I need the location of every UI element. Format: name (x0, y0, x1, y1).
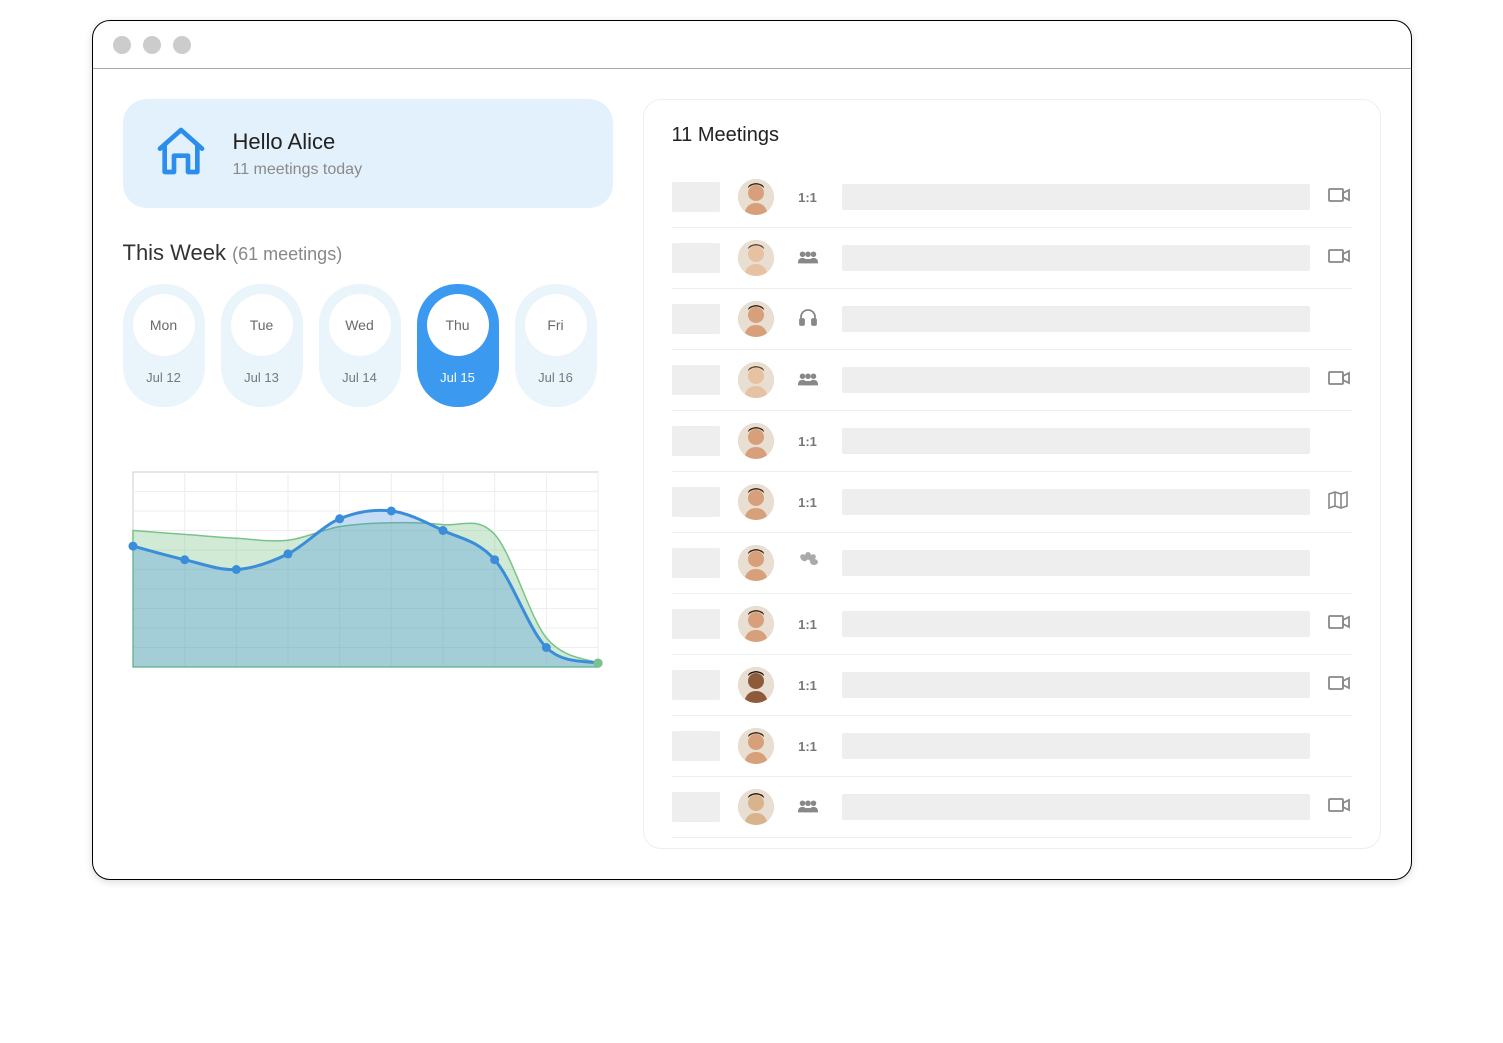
meeting-row[interactable]: 1:1 (672, 167, 1352, 228)
video-icon[interactable] (1328, 248, 1352, 269)
map-icon[interactable] (1328, 491, 1352, 514)
window-dot-maximize[interactable] (173, 36, 191, 54)
day-dow: Fri (525, 294, 587, 356)
titlebar (93, 21, 1411, 69)
day-dow: Thu (427, 294, 489, 356)
week-count: (61 meetings) (232, 244, 342, 264)
meetings-heading: 11 Meetings (672, 124, 1352, 147)
meeting-row[interactable] (672, 533, 1352, 594)
video-icon[interactable] (1328, 187, 1352, 208)
meeting-title-placeholder (842, 367, 1310, 393)
video-icon[interactable] (1328, 370, 1352, 391)
meeting-time-placeholder (672, 182, 720, 212)
day-pill-thu[interactable]: Thu Jul 15 (417, 284, 499, 407)
avatar (738, 301, 774, 337)
meeting-title-placeholder (842, 428, 1310, 454)
activity-chart (123, 467, 603, 677)
meeting-type-icon: 1:1 (792, 678, 824, 693)
meeting-time-placeholder (672, 243, 720, 273)
greeting-text: Hello Alice 11 meetings today (233, 129, 363, 179)
app-window: Hello Alice 11 meetings today This Week … (92, 20, 1412, 880)
greeting-card: Hello Alice 11 meetings today (123, 99, 613, 208)
window-dot-minimize[interactable] (143, 36, 161, 54)
meeting-time-placeholder (672, 426, 720, 456)
greeting-title: Hello Alice (233, 129, 363, 155)
day-dow: Tue (231, 294, 293, 356)
avatar (738, 484, 774, 520)
week-header: This Week (61 meetings) (123, 240, 613, 266)
meeting-title-placeholder (842, 550, 1310, 576)
meeting-title-placeholder (842, 733, 1310, 759)
avatar (738, 362, 774, 398)
meeting-type-icon: 1:1 (792, 434, 824, 449)
meeting-type-icon: 1:1 (792, 190, 824, 205)
meeting-time-placeholder (672, 548, 720, 578)
day-date: Jul 12 (131, 370, 197, 385)
meeting-type-icon (792, 309, 824, 330)
avatar (738, 606, 774, 642)
meeting-title-placeholder (842, 184, 1310, 210)
meeting-time-placeholder (672, 670, 720, 700)
meeting-row[interactable] (672, 228, 1352, 289)
home-icon (153, 123, 209, 184)
video-icon[interactable] (1328, 675, 1352, 696)
day-date: Jul 13 (229, 370, 295, 385)
meeting-type-icon (792, 372, 824, 389)
meeting-time-placeholder (672, 304, 720, 334)
meeting-row[interactable]: 1:1 (672, 655, 1352, 716)
day-date: Jul 16 (523, 370, 589, 385)
day-picker: Mon Jul 12 Tue Jul 13 Wed Jul 14 Thu Jul… (123, 284, 613, 407)
meeting-title-placeholder (842, 672, 1310, 698)
day-pill-fri[interactable]: Fri Jul 16 (515, 284, 597, 407)
meeting-type-icon: 1:1 (792, 739, 824, 754)
avatar (738, 545, 774, 581)
meetings-panel: 11 Meetings 1:1 1:1 1:1 (643, 99, 1381, 849)
meeting-row[interactable]: 1:1 (672, 411, 1352, 472)
meeting-time-placeholder (672, 365, 720, 395)
week-label: This Week (123, 240, 227, 265)
avatar (738, 728, 774, 764)
meeting-time-placeholder (672, 731, 720, 761)
meeting-title-placeholder (842, 489, 1310, 515)
day-date: Jul 15 (425, 370, 491, 385)
meeting-type-icon: 1:1 (792, 495, 824, 510)
avatar (738, 789, 774, 825)
meeting-type-icon (792, 799, 824, 816)
meeting-title-placeholder (842, 794, 1310, 820)
meeting-row[interactable]: 1:1 (672, 716, 1352, 777)
meeting-title-placeholder (842, 245, 1310, 271)
meeting-title-placeholder (842, 611, 1310, 637)
video-icon[interactable] (1328, 614, 1352, 635)
day-pill-mon[interactable]: Mon Jul 12 (123, 284, 205, 407)
meeting-row[interactable] (672, 289, 1352, 350)
meeting-row[interactable]: 1:1 (672, 594, 1352, 655)
greeting-subtitle: 11 meetings today (233, 161, 363, 179)
day-date: Jul 14 (327, 370, 393, 385)
day-dow: Wed (329, 294, 391, 356)
meeting-type-icon (792, 250, 824, 267)
meeting-time-placeholder (672, 792, 720, 822)
avatar (738, 423, 774, 459)
meetings-list: 1:1 1:1 1:1 1:1 (672, 167, 1352, 838)
meeting-row[interactable] (672, 350, 1352, 411)
window-dot-close[interactable] (113, 36, 131, 54)
avatar (738, 179, 774, 215)
meeting-row[interactable]: 1:1 (672, 472, 1352, 533)
day-pill-tue[interactable]: Tue Jul 13 (221, 284, 303, 407)
left-column: Hello Alice 11 meetings today This Week … (123, 99, 613, 849)
content: Hello Alice 11 meetings today This Week … (93, 69, 1411, 879)
right-column: 11 Meetings 1:1 1:1 1:1 (643, 99, 1381, 849)
meeting-time-placeholder (672, 487, 720, 517)
video-icon[interactable] (1328, 797, 1352, 818)
meeting-type-icon (792, 551, 824, 576)
avatar (738, 240, 774, 276)
meeting-type-icon: 1:1 (792, 617, 824, 632)
avatar (738, 667, 774, 703)
meeting-title-placeholder (842, 306, 1310, 332)
day-pill-wed[interactable]: Wed Jul 14 (319, 284, 401, 407)
meeting-row[interactable] (672, 777, 1352, 838)
day-dow: Mon (133, 294, 195, 356)
meeting-time-placeholder (672, 609, 720, 639)
